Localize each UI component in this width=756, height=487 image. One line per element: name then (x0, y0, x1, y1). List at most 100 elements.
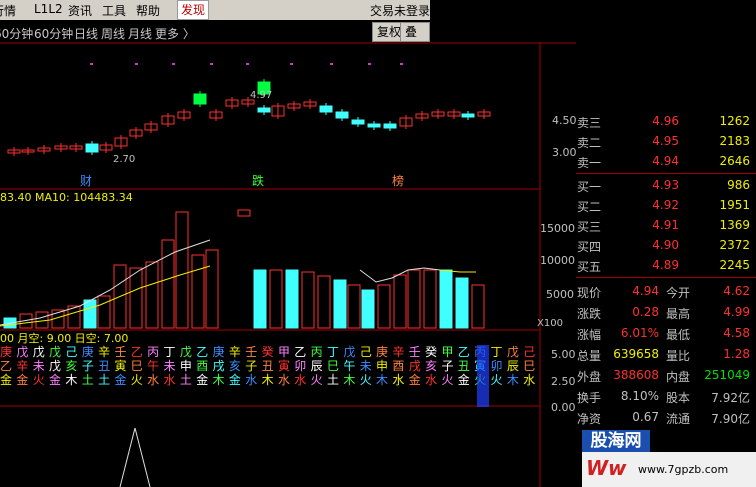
calendar-character: 木 (343, 373, 355, 387)
watermark-title: 股海网 (582, 430, 650, 452)
volume-bar (439, 269, 453, 329)
order-row-sell3[interactable]: 卖三 4.96 1262 (576, 111, 754, 131)
signal-dot (172, 63, 175, 65)
order-label: 买三 (577, 220, 602, 234)
divider (576, 277, 756, 278)
volume-bar (269, 269, 283, 329)
stat-value: 7.92亿 (711, 391, 750, 405)
stat-label: 今开 (666, 286, 691, 300)
volume-bar (423, 269, 437, 329)
calendar-group: 庚乙金戊辛金戊未火戊戊金己亥木庚子土辛丑土壬寅金乙巳火丙午水丁未水戊申土乙酉金庚… (0, 344, 535, 407)
calendar-character: 子 (82, 359, 94, 373)
order-price: 4.94 (652, 154, 679, 168)
calendar-character: 金 (229, 372, 241, 387)
calendar-character: 戊 (507, 345, 519, 359)
stat-label: 流通 (666, 412, 691, 426)
calendar-character: 壬 (409, 345, 421, 359)
event-marker-rank[interactable]: 榜 (392, 173, 404, 188)
calendar-character: 寅 (114, 358, 126, 373)
volume-bar (191, 254, 205, 329)
volume-group (0, 209, 485, 329)
calendar-character: 亥 (65, 359, 77, 373)
calendar-character: 庚 (213, 344, 225, 359)
order-label: 买五 (577, 260, 602, 274)
order-row-sell1[interactable]: 卖一 4.94 2646 (576, 151, 754, 171)
calendar-character: 戊 (49, 359, 61, 373)
order-row-buy2[interactable]: 买二 4.92 1951 (576, 195, 754, 215)
calendar-character: 木 (376, 373, 388, 387)
calendar-character: 土 (82, 373, 94, 387)
volume-tick-label: 10000 (540, 254, 575, 267)
order-row-sell2[interactable]: 卖二 4.95 2183 (576, 131, 754, 151)
signal-dot (210, 63, 213, 65)
signal-dot (90, 63, 93, 65)
order-label: 卖一 (577, 156, 602, 170)
calendar-character: 水 (425, 373, 437, 387)
order-label: 买二 (577, 200, 602, 214)
event-marker-finance[interactable]: 财 (80, 174, 92, 188)
calendar-character: 丑 (458, 359, 470, 373)
calendar-character: 土 (180, 373, 192, 387)
stat-label: 股本 (666, 391, 691, 405)
order-price: 4.96 (652, 114, 679, 128)
calendar-character: 卯 (294, 359, 306, 373)
calendar-character: 火 (441, 373, 453, 387)
volume-ma5-line (0, 239, 211, 326)
order-volume: 2646 (719, 154, 750, 168)
order-row-buy3[interactable]: 买三 4.91 1369 (576, 215, 754, 235)
calendar-character: 未 (164, 359, 176, 373)
stat-row: 净资 0.67 流通 7.90亿 (576, 407, 754, 427)
volume-bar (317, 275, 331, 329)
order-price: 4.93 (652, 178, 679, 192)
order-volume: 1951 (719, 198, 750, 212)
stat-value: 251049 (704, 368, 750, 382)
stat-label: 最低 (666, 328, 691, 342)
calendar-character: 火 (491, 373, 503, 387)
calendar-character: 未 (33, 359, 45, 373)
order-volume: 1262 (719, 114, 750, 128)
calendar-character: 申 (180, 359, 192, 373)
calendar-character: 水 (147, 373, 159, 387)
stat-label: 换手 (577, 391, 602, 405)
calendar-character: 戌 (213, 359, 225, 373)
indicator-spike-line (119, 427, 151, 487)
order-price: 4.89 (652, 258, 679, 272)
calendar-character: 丑 (98, 359, 110, 373)
calendar-character: 金 (409, 372, 421, 387)
order-price: 4.90 (652, 238, 679, 252)
volume-bar (129, 267, 143, 329)
order-row-buy4[interactable]: 买四 4.90 2372 (576, 235, 754, 255)
calendar-character: 丁 (327, 345, 339, 359)
calendar-character: 丙 (147, 345, 159, 359)
volume-bar (301, 271, 315, 329)
volume-bar (455, 277, 469, 329)
volume-bar (285, 269, 299, 329)
calendar-character: 水 (294, 373, 306, 387)
calendar-character: 土 (327, 373, 339, 387)
calendar-character: 金 (49, 372, 61, 387)
order-price: 4.92 (652, 198, 679, 212)
calendar-character: 子 (441, 359, 453, 373)
calendar-character: 亥 (229, 359, 241, 373)
price-tick-label: 4.50 (552, 114, 576, 127)
order-row-buy5[interactable]: 买五 4.89 2245 (576, 255, 754, 275)
order-row-buy1[interactable]: 买一 4.93 986 (576, 175, 754, 195)
order-price: 4.91 (652, 218, 679, 232)
stat-label: 最高 (666, 307, 691, 321)
calendar-character: 戊 (33, 345, 45, 359)
volume-bar (83, 299, 97, 329)
low-price-marker: 2.70 (113, 154, 135, 165)
calendar-character: 水 (278, 373, 290, 387)
volume-tick-label: 15000 (540, 222, 575, 235)
stat-row: 外盘 388608 内盘 251049 (576, 365, 754, 385)
order-volume: 986 (727, 178, 750, 192)
volume-bar (205, 249, 219, 329)
divider (576, 173, 756, 174)
calendar-character: 火 (131, 373, 143, 387)
calendar-highlight-bar (477, 345, 489, 407)
stat-label: 现价 (577, 286, 602, 300)
stat-label: 外盘 (577, 370, 602, 384)
event-marker-fall[interactable]: 跌 (252, 173, 264, 188)
stat-value: 4.62 (723, 284, 750, 298)
calendar-character: 丙 (311, 345, 323, 359)
